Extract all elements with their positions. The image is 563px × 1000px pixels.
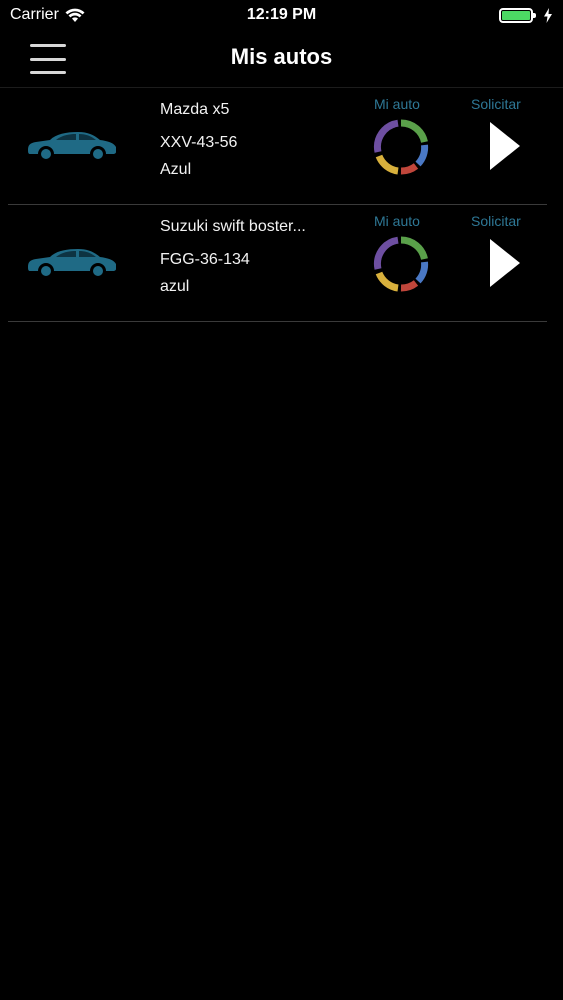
status-bar: Carrier 12:19 PM [0, 0, 563, 30]
car-icon [28, 132, 116, 160]
screen: Carrier 12:19 PM Mis autos Mazda x5 XXV-… [0, 0, 563, 1000]
car-info: Mazda x5 XXV-43-56 Azul [160, 100, 350, 180]
car-row[interactable]: Mazda x5 XXV-43-56 Azul Mi auto Solicita… [8, 88, 547, 205]
solicitar-label: Solicitar [471, 96, 521, 112]
car-icon [28, 249, 116, 277]
car-list: Mazda x5 XXV-43-56 Azul Mi auto Solicita… [0, 88, 563, 322]
car-model: Mazda x5 [160, 101, 230, 118]
color-ring-icon[interactable] [372, 118, 430, 176]
play-arrow-icon[interactable] [488, 237, 522, 289]
play-arrow-icon[interactable] [488, 120, 522, 172]
car-color: azul [160, 278, 190, 295]
car-plate: FGG-36-134 [160, 251, 250, 268]
car-color: Azul [160, 161, 192, 178]
battery-icon [499, 7, 536, 23]
nav-bar: Mis autos [0, 30, 563, 88]
status-time: 12:19 PM [246, 6, 317, 23]
solicitar-label: Solicitar [471, 213, 521, 229]
color-ring-icon[interactable] [372, 235, 430, 293]
car-plate: XXV-43-56 [160, 134, 238, 151]
mi-auto-label: Mi auto [374, 96, 420, 112]
mi-auto-label: Mi auto [374, 213, 420, 229]
page-title: Mis autos [230, 44, 333, 69]
car-model: Suzuki swift boster... [160, 218, 306, 235]
car-row[interactable]: Suzuki swift boster... FGG-36-134 azul M… [8, 205, 547, 322]
car-info: Suzuki swift boster... FGG-36-134 azul [160, 217, 350, 297]
